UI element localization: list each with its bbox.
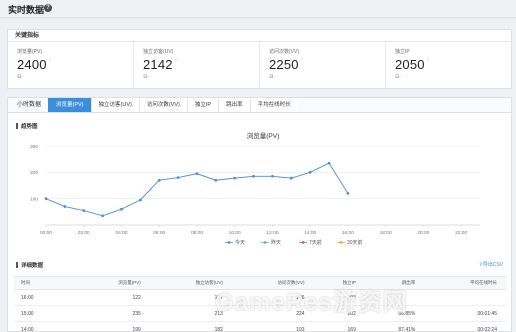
cell-avg-online-time	[425, 289, 507, 306]
kpi-unit: 日-	[17, 74, 23, 79]
x-tick-label: 16:00	[342, 230, 354, 236]
kpi-value: 2400	[17, 57, 47, 72]
col-header-avg-online-time[interactable]: 平均在线时长	[425, 276, 507, 290]
x-tick-label: 02:00	[78, 230, 90, 236]
legend-marker	[263, 241, 267, 244]
x-tick-label: 06:00	[153, 230, 165, 236]
tab-avg-online-time[interactable]: 平均在线时长	[249, 98, 298, 112]
kpi-panel-title: 关键指标	[15, 33, 40, 39]
cell-time: 16:00	[14, 289, 80, 306]
cell-pv: 122	[79, 289, 151, 306]
tab-uv[interactable]: 独立访客(UV)	[90, 98, 139, 112]
x-tick-label: 08:00	[191, 230, 203, 236]
hourly-panel-title: 小时数据	[17, 102, 42, 108]
cell-pv: 235	[79, 305, 151, 322]
cell-bounce-rate: 87.41%	[365, 321, 426, 332]
data-point	[157, 178, 161, 182]
data-point	[308, 170, 312, 174]
kpi-panel: 关键指标 浏览量(PV) 2400 ↑ 日- 独立访客(UV) 2142 ↑ 日- …	[7, 29, 512, 89]
legend-label: 今天	[235, 239, 245, 246]
detail-section-title: 详细数据	[16, 261, 43, 269]
kpi-label: 浏览量(PV)	[17, 49, 43, 55]
kpi-unit: 日-	[395, 74, 401, 79]
data-point	[120, 207, 123, 211]
table-row: 14:00 199 182 193 169 87.41% 00:02:24	[14, 321, 507, 332]
tab-vv[interactable]: 访问次数(VV)	[138, 98, 187, 112]
data-point	[289, 176, 293, 180]
chart-title: 浏览量(PV)	[247, 131, 280, 140]
kpi-unit: 日-	[269, 74, 275, 79]
x-tick-label: 00:00	[40, 230, 52, 236]
trend-arrow-icon: ↑	[426, 57, 430, 63]
data-point	[271, 174, 274, 178]
y-tick-label: 300	[30, 144, 38, 150]
x-tick-label: 10:00	[229, 230, 241, 236]
data-point	[176, 176, 180, 179]
data-point	[327, 161, 331, 165]
y-tick-label: 100	[30, 196, 38, 202]
trend-arrow-icon: ↑	[48, 57, 52, 63]
cell-avg-online-time: 00:02:24	[425, 321, 507, 332]
legend-marker	[227, 241, 231, 244]
kpi-label: 独立访客(UV)	[143, 49, 174, 55]
data-point	[63, 205, 67, 208]
page-header: 实时数据 ?	[0, 0, 516, 18]
pv-line-chart: 浏览量(PV) 100 200 300 00:00 02:00 04:00 06:00 08:0…	[30, 131, 480, 246]
kpi-ip: 独立IP 2050 ↑ 日-	[386, 42, 511, 89]
cell-uv: 182	[150, 321, 233, 332]
kpi-vv: 访问次数(VV) 2250 ↑ 日-	[260, 42, 386, 89]
kpi-value: 2250	[269, 57, 299, 72]
col-header-pv[interactable]: 浏览量(PV)	[79, 276, 151, 290]
x-tick-label: 14:00	[304, 230, 316, 236]
data-point	[214, 178, 218, 182]
y-tick-label: 200	[30, 170, 38, 176]
data-point	[44, 197, 48, 201]
kpi-value: 2050	[395, 57, 425, 72]
col-header-time[interactable]: 时间	[14, 276, 80, 290]
kpi-uv: 独立访客(UV) 2142 ↑ 日-	[134, 42, 260, 89]
page-title: 实时数据	[8, 5, 45, 15]
series-line-today	[45, 162, 349, 217]
metric-tabs: 小时数据 浏览量(PV) 独立访客(UV) 访问次数(VV) 独立IP 跳出率 …	[8, 98, 511, 113]
trend-arrow-icon: ↑	[300, 57, 304, 63]
data-point	[252, 174, 255, 178]
kpi-pv: 浏览量(PV) 2400 ↑ 日-	[8, 42, 134, 89]
kpi-unit: 日-	[143, 74, 149, 79]
cell-time: 15:00	[14, 305, 80, 322]
tab-pv[interactable]: 浏览量(PV)	[48, 98, 91, 112]
x-tick-label: 12:00	[266, 230, 278, 236]
data-point	[233, 176, 237, 180]
trend-arrow-icon: ↑	[174, 57, 178, 63]
kpi-panel-header: 关键指标	[8, 30, 511, 42]
watermark: GameRes游资网	[215, 289, 408, 316]
x-tick-label: 04:00	[115, 230, 127, 236]
legend-label: 昨天	[271, 239, 281, 246]
x-tick-label: 20:00	[417, 230, 429, 236]
kpi-value: 2142	[143, 57, 173, 72]
cell-vv: 193	[232, 321, 315, 332]
x-tick-label: 22:00	[455, 230, 467, 236]
cell-pv: 199	[79, 321, 151, 332]
data-point	[346, 192, 350, 195]
legend-marker	[301, 241, 305, 244]
x-tick-label: 18:00	[380, 230, 392, 236]
cell-ip: 169	[314, 321, 366, 332]
kpi-label: 访问次数(VV)	[269, 49, 300, 55]
data-point	[101, 214, 105, 218]
export-csv-label: 导出CSV	[482, 262, 503, 268]
data-point	[138, 198, 142, 202]
help-icon[interactable]: ?	[44, 4, 52, 12]
cell-avg-online-time: 00:01:45	[425, 305, 507, 322]
legend-marker	[339, 241, 343, 244]
cell-time: 14:00	[14, 321, 80, 332]
kpi-label: 独立IP	[395, 49, 410, 55]
data-point	[195, 172, 199, 176]
legend-label: 7天前	[309, 239, 322, 246]
data-point	[82, 209, 86, 212]
tab-ip[interactable]: 独立IP	[186, 98, 219, 112]
export-csv-link[interactable]: ⇪导出CSV	[479, 261, 503, 268]
tab-bounce-rate[interactable]: 跳出率	[218, 98, 250, 112]
legend-label: 30天前	[347, 239, 363, 246]
